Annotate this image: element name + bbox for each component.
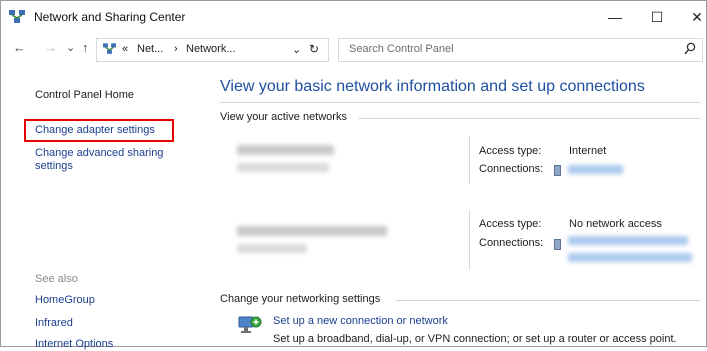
active-networks-divider — [358, 118, 700, 119]
control-panel-home-link[interactable]: Control Panel Home — [35, 89, 134, 102]
network-1-name — [237, 145, 334, 155]
navigation-bar: ← → ⌄ ↑ « Net... › Network... ⌄ ↻ Search… — [1, 37, 706, 63]
network-1-category — [237, 163, 329, 172]
network-2-name — [237, 226, 387, 236]
change-settings-title: Change your networking settings — [220, 293, 381, 305]
back-button[interactable]: ← — [13, 40, 26, 55]
internet-options-link[interactable]: Internet Options — [35, 338, 113, 351]
network-1-connection-link[interactable] — [568, 165, 623, 174]
breadcrumb-separator: › — [174, 43, 178, 55]
homegroup-link[interactable]: HomeGroup — [35, 294, 95, 307]
network-1-access-type-label: Access type: — [479, 145, 542, 157]
breadcrumb-overflow[interactable]: « — [122, 43, 128, 55]
connection-icon — [554, 239, 561, 250]
address-dropdown-button[interactable]: ⌄ — [292, 43, 301, 56]
connection-icon — [554, 165, 561, 176]
network-1-separator — [469, 136, 470, 184]
network-icon — [103, 43, 116, 54]
recent-locations-dropdown[interactable]: ⌄ — [66, 41, 75, 54]
forward-button[interactable]: → — [44, 40, 57, 55]
search-box[interactable]: Search Control Panel — [338, 38, 703, 62]
change-adapter-settings-link[interactable]: Change adapter settings — [35, 124, 155, 137]
window-title: Network and Sharing Center — [34, 10, 186, 24]
breadcrumb-item-network-and-sharing[interactable]: Network... — [186, 43, 236, 55]
network-2-connection-link-line2[interactable] — [568, 253, 692, 262]
infrared-link[interactable]: Infrared — [35, 317, 73, 330]
network-2-connection-link[interactable] — [568, 236, 688, 245]
minimize-button[interactable]: — — [592, 1, 638, 33]
network-center-icon — [9, 10, 25, 23]
active-networks-title: View your active networks — [220, 111, 347, 123]
network-1-access-type-value: Internet — [569, 145, 607, 157]
change-advanced-sharing-settings-link[interactable]: Change advanced sharing settings — [35, 147, 180, 173]
new-connection-icon — [238, 316, 262, 333]
heading-divider — [220, 102, 700, 103]
change-settings-divider — [396, 300, 700, 301]
search-placeholder: Search Control Panel — [349, 43, 454, 55]
network-2-connections-label: Connections: — [479, 237, 544, 249]
network-2-category — [237, 244, 307, 253]
window: Network and Sharing Center — ☐ ✕ ← → ⌄ ↑… — [0, 0, 707, 350]
up-button[interactable]: ↑ — [82, 40, 89, 55]
setup-new-connection-link[interactable]: Set up a new connection or network — [273, 315, 448, 327]
refresh-button[interactable]: ↻ — [309, 42, 319, 56]
close-button[interactable]: ✕ — [674, 1, 707, 33]
search-icon[interactable] — [684, 42, 696, 56]
address-bar[interactable]: « Net... › Network... ⌄ ↻ — [96, 38, 329, 62]
network-2-separator — [469, 210, 470, 270]
title-bar: Network and Sharing Center — ☐ ✕ — [1, 1, 706, 33]
network-2-access-type-label: Access type: — [479, 218, 542, 230]
breadcrumb-item-network-and-internet[interactable]: Net... — [137, 43, 163, 55]
network-2-access-type-value: No network access — [569, 218, 662, 230]
setup-new-connection-description: Set up a broadband, dial-up, or VPN conn… — [273, 333, 677, 345]
page-heading: View your basic network information and … — [220, 78, 645, 95]
see-also-heading: See also — [35, 273, 78, 285]
network-1-connections-label: Connections: — [479, 163, 544, 175]
